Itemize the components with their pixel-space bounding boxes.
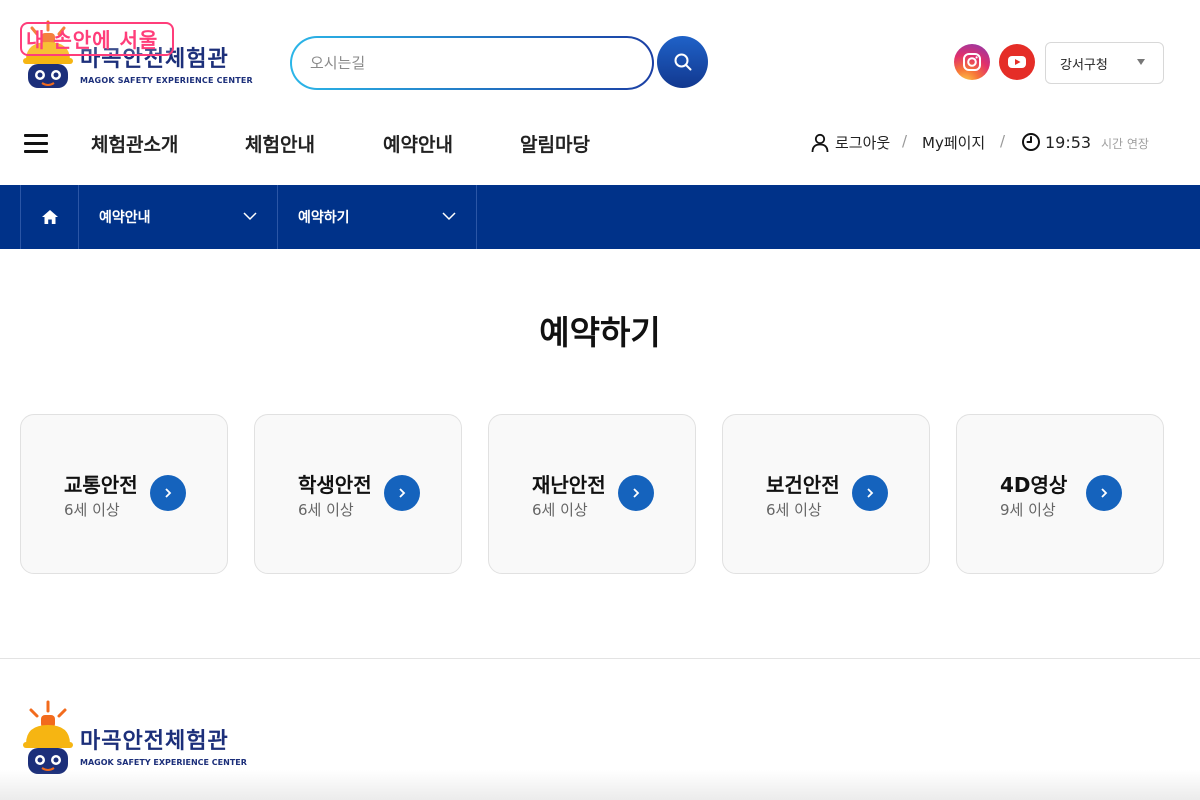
page-title: 예약하기 [539, 313, 661, 352]
card-arrow-button[interactable] [1086, 475, 1122, 511]
chevron-right-icon [165, 488, 172, 498]
mypage-link[interactable]: My페이지 [922, 132, 985, 153]
card-arrow-button[interactable] [150, 475, 186, 511]
hamburger-menu-icon[interactable] [24, 132, 48, 154]
breadcrumb-level1[interactable]: 예약안내 [79, 185, 278, 249]
region-select-value: 강서구청 [1060, 57, 1108, 73]
nav-item-reservation[interactable]: 예약안내 [383, 130, 453, 157]
search-box [290, 36, 654, 90]
program-card-traffic[interactable]: 교통안전 6세 이상 [20, 414, 228, 574]
program-card-4d[interactable]: 4D영상 9세 이상 [956, 414, 1164, 574]
seoul-app-badge[interactable]: 내 손안에 서울 [20, 22, 174, 56]
bottom-fade [0, 770, 1200, 800]
seoul-app-badge-label: 내 손안에 서울 [26, 28, 159, 52]
card-arrow-button[interactable] [618, 475, 654, 511]
program-card-age: 6세 이상 [298, 501, 354, 519]
logout-link[interactable]: 로그아웃 [811, 132, 890, 153]
nav-item-notice[interactable]: 알림마당 [520, 130, 590, 157]
breadcrumb-level2-label: 예약하기 [298, 210, 350, 226]
program-card-age: 6세 이상 [532, 501, 588, 519]
breadcrumb-home[interactable] [20, 185, 79, 249]
footer-logo: 마곡안전체험관 MAGOK SAFETY EXPERIENCE CENTER [20, 700, 250, 780]
program-card-disaster[interactable]: 재난안전 6세 이상 [488, 414, 696, 574]
program-card-title: 학생안전 [298, 473, 372, 497]
breadcrumb-level1-label: 예약안내 [99, 210, 151, 226]
logout-label: 로그아웃 [835, 134, 891, 152]
program-card-health[interactable]: 보건안전 6세 이상 [722, 414, 930, 574]
clock-icon [1022, 133, 1040, 151]
card-arrow-button[interactable] [384, 475, 420, 511]
footer-brand-name: 마곡안전체험관 [80, 729, 229, 754]
chevron-down-icon [243, 212, 257, 221]
breadcrumb-bar: 예약안내 예약하기 [0, 185, 1200, 249]
program-card-list: 교통안전 6세 이상 학생안전 6세 이상 재난안전 6세 이상 보건안전 6세… [20, 414, 1164, 574]
youtube-link[interactable] [999, 44, 1035, 80]
chevron-down-icon [442, 212, 456, 221]
region-select[interactable]: 강서구청 [1045, 42, 1164, 84]
program-card-title: 보건안전 [766, 473, 840, 497]
search-input[interactable] [292, 38, 652, 88]
program-card-title: 교통안전 [64, 473, 138, 497]
main-nav: 체험관소개 체험안내 예약안내 알림마당 로그아웃 / My페이지 / 19:5… [0, 110, 1200, 185]
program-card-age: 6세 이상 [766, 501, 822, 519]
extend-session-button[interactable]: 시간 연장 [1101, 135, 1149, 152]
search-button[interactable] [657, 36, 708, 88]
instagram-icon [963, 53, 981, 71]
chevron-right-icon [867, 488, 874, 498]
chevron-right-icon [1101, 488, 1108, 498]
card-arrow-button[interactable] [852, 475, 888, 511]
mascot-logo-icon [23, 700, 73, 774]
search-icon [674, 53, 691, 71]
nav-item-experience[interactable]: 체험안내 [245, 130, 315, 157]
instagram-link[interactable] [954, 44, 990, 80]
youtube-icon [1008, 56, 1026, 68]
footer-brand-subtitle: MAGOK SAFETY EXPERIENCE CENTER [80, 758, 247, 767]
chevron-right-icon [633, 488, 640, 498]
program-card-age: 9세 이상 [1000, 501, 1056, 519]
nav-separator: / [1000, 132, 1006, 150]
nav-separator: / [902, 132, 908, 150]
breadcrumb-level2[interactable]: 예약하기 [278, 185, 477, 249]
home-icon [41, 210, 58, 224]
program-card-age: 6세 이상 [64, 501, 120, 519]
program-card-title: 재난안전 [532, 473, 606, 497]
program-card-student[interactable]: 학생안전 6세 이상 [254, 414, 462, 574]
top-header: 마곡안전체험관 MAGOK SAFETY EXPERIENCE CENTER 내… [0, 0, 1200, 110]
footer-brand-text: 마곡안전체험관 MAGOK SAFETY EXPERIENCE CENTER [80, 729, 247, 768]
nav-item-about[interactable]: 체험관소개 [91, 130, 178, 157]
brand-subtitle: MAGOK SAFETY EXPERIENCE CENTER [80, 76, 253, 85]
dropdown-arrow-icon [1137, 59, 1145, 65]
session-time: 19:53 [1045, 132, 1092, 152]
program-card-title: 4D영상 [1000, 473, 1068, 497]
session-timer: 19:53 [1021, 132, 1091, 152]
user-icon [811, 133, 829, 152]
chevron-right-icon [399, 488, 406, 498]
footer-divider [0, 658, 1200, 659]
